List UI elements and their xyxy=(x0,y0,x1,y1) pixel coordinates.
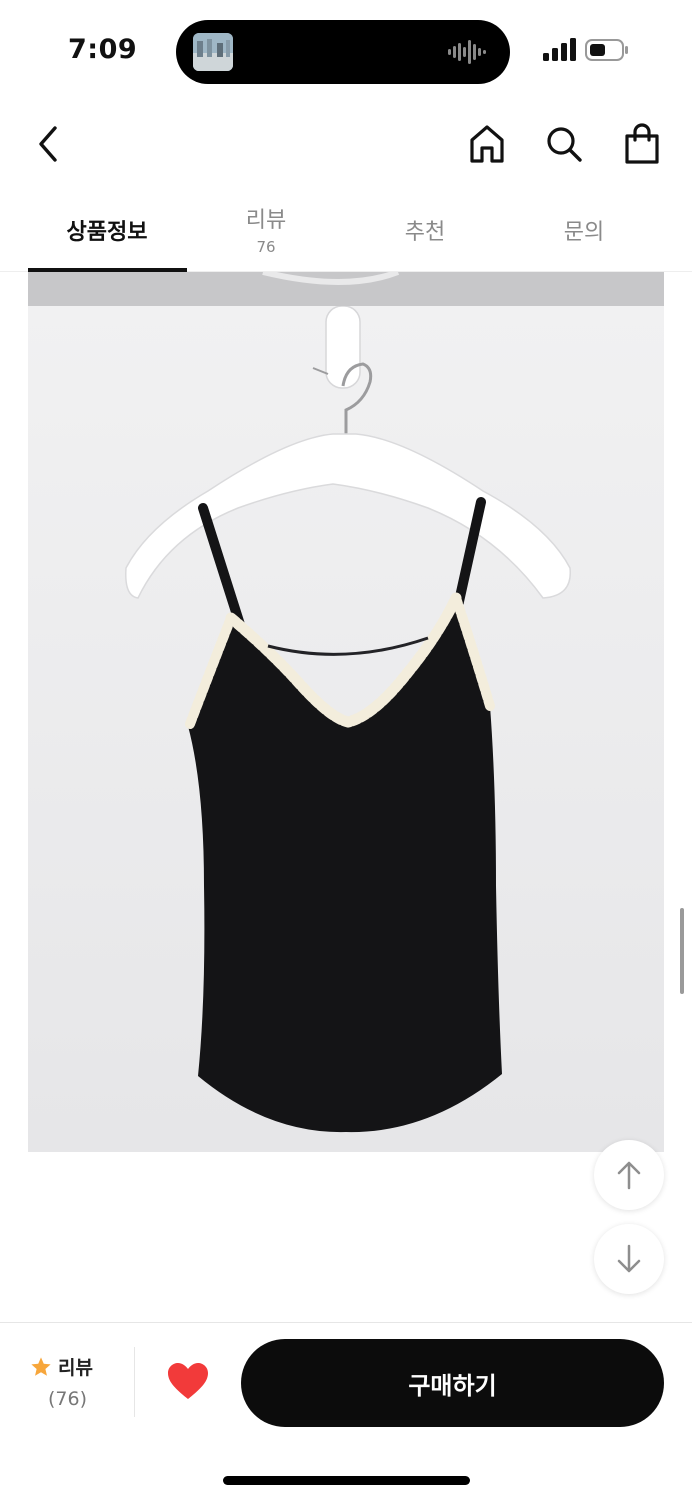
battery-icon xyxy=(585,39,628,61)
review-count: (76) xyxy=(48,1388,88,1410)
scroll-bottom-button[interactable] xyxy=(594,1224,664,1294)
tab-reviews[interactable]: 리뷰 76 xyxy=(187,190,345,272)
review-label: 리뷰 xyxy=(58,1357,93,1379)
arrow-up-icon xyxy=(617,1161,641,1190)
bottom-action-bar: 리뷰 (76) 구매하기 xyxy=(0,1322,692,1500)
island-thumbnail xyxy=(193,33,233,71)
tab-recommend[interactable]: 추천 xyxy=(346,190,504,272)
product-image[interactable] xyxy=(28,306,664,1152)
status-bar: 7:09 xyxy=(0,0,692,100)
top-nav xyxy=(0,100,692,190)
signal-icon xyxy=(543,38,576,61)
tab-label: 문의 xyxy=(563,220,605,245)
dynamic-island[interactable] xyxy=(176,20,510,84)
tab-label: 추천 xyxy=(404,220,446,245)
previous-image-edge xyxy=(28,272,664,306)
shopping-bag-icon[interactable] xyxy=(620,122,664,166)
tab-review-count: 76 xyxy=(256,238,276,256)
search-icon[interactable] xyxy=(542,122,586,166)
heart-icon[interactable] xyxy=(166,1361,210,1401)
star-icon xyxy=(31,1356,51,1376)
arrow-down-icon xyxy=(617,1244,641,1273)
tab-bar: 상품정보 리뷰 76 추천 문의 xyxy=(0,190,692,272)
scroll-indicator[interactable] xyxy=(680,908,684,994)
back-chevron-icon[interactable] xyxy=(26,122,70,166)
scroll-top-button[interactable] xyxy=(594,1140,664,1210)
tab-label: 상품정보 xyxy=(66,220,148,245)
buy-button[interactable]: 구매하기 xyxy=(241,1339,664,1427)
tab-product-info[interactable]: 상품정보 xyxy=(28,190,186,272)
tab-label: 리뷰 xyxy=(245,208,287,233)
status-time: 7:09 xyxy=(68,34,138,65)
audio-wave-icon xyxy=(448,40,486,64)
home-icon[interactable] xyxy=(465,122,509,166)
home-indicator xyxy=(223,1476,470,1485)
divider xyxy=(134,1347,135,1417)
tab-inquiry[interactable]: 문의 xyxy=(505,190,663,272)
review-summary[interactable]: 리뷰 (76) xyxy=(30,1353,120,1410)
